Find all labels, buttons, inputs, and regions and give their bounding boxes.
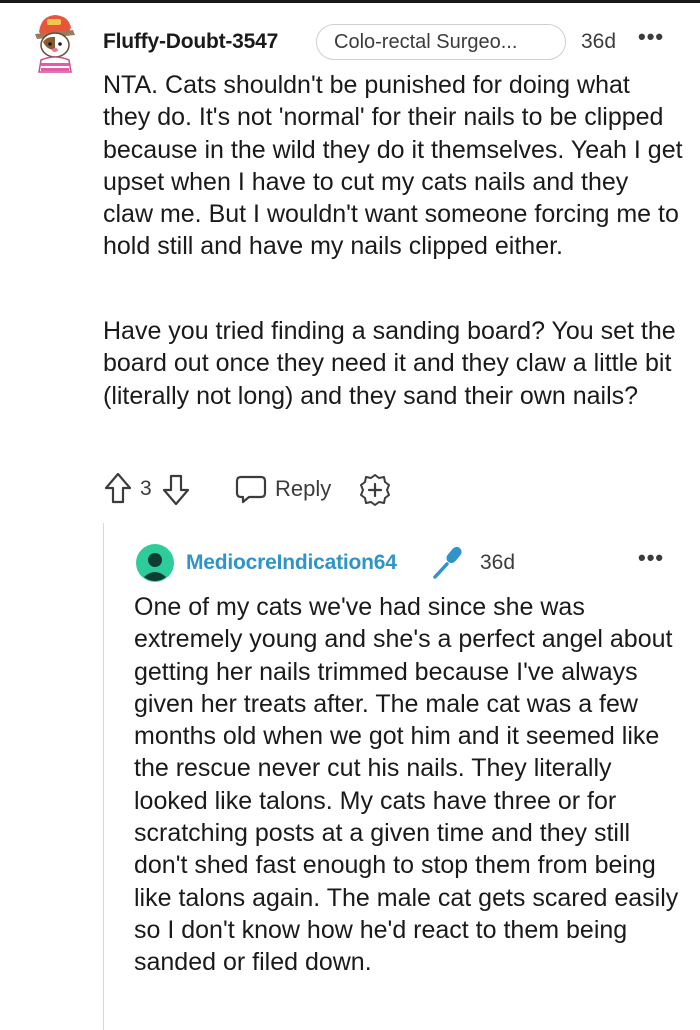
- avatar[interactable]: [135, 543, 175, 583]
- username[interactable]: MediocreIndication64: [186, 551, 397, 575]
- thread-line[interactable]: [103, 523, 104, 1030]
- comment-actions: 3 Reply: [100, 468, 420, 512]
- upvote-icon[interactable]: [104, 472, 132, 506]
- comment-paragraph: One of my cats we've had since she was e…: [134, 593, 679, 977]
- reply-icon: [235, 475, 267, 504]
- comment-paragraph: NTA. Cats shouldn't be punished for doin…: [103, 71, 683, 261]
- vote-count: 3: [140, 477, 152, 500]
- award-icon[interactable]: [358, 473, 392, 507]
- timestamp: 36d: [581, 30, 617, 53]
- reply-button[interactable]: Reply: [235, 468, 345, 512]
- avatar[interactable]: [25, 10, 83, 74]
- more-options-icon[interactable]: •••: [638, 547, 664, 569]
- more-options-icon[interactable]: •••: [638, 26, 664, 48]
- reply-label: Reply: [275, 476, 332, 501]
- timestamp: 36d: [480, 551, 516, 574]
- user-flair: Colo-rectal Surgeo...: [316, 24, 566, 60]
- top-edge-bar: [0, 0, 700, 3]
- microphone-icon: [433, 546, 462, 579]
- comment-paragraph: Have you tried finding a sanding board? …: [103, 317, 676, 410]
- username[interactable]: Fluffy-Doubt-3547: [103, 30, 278, 54]
- downvote-icon[interactable]: [162, 472, 190, 506]
